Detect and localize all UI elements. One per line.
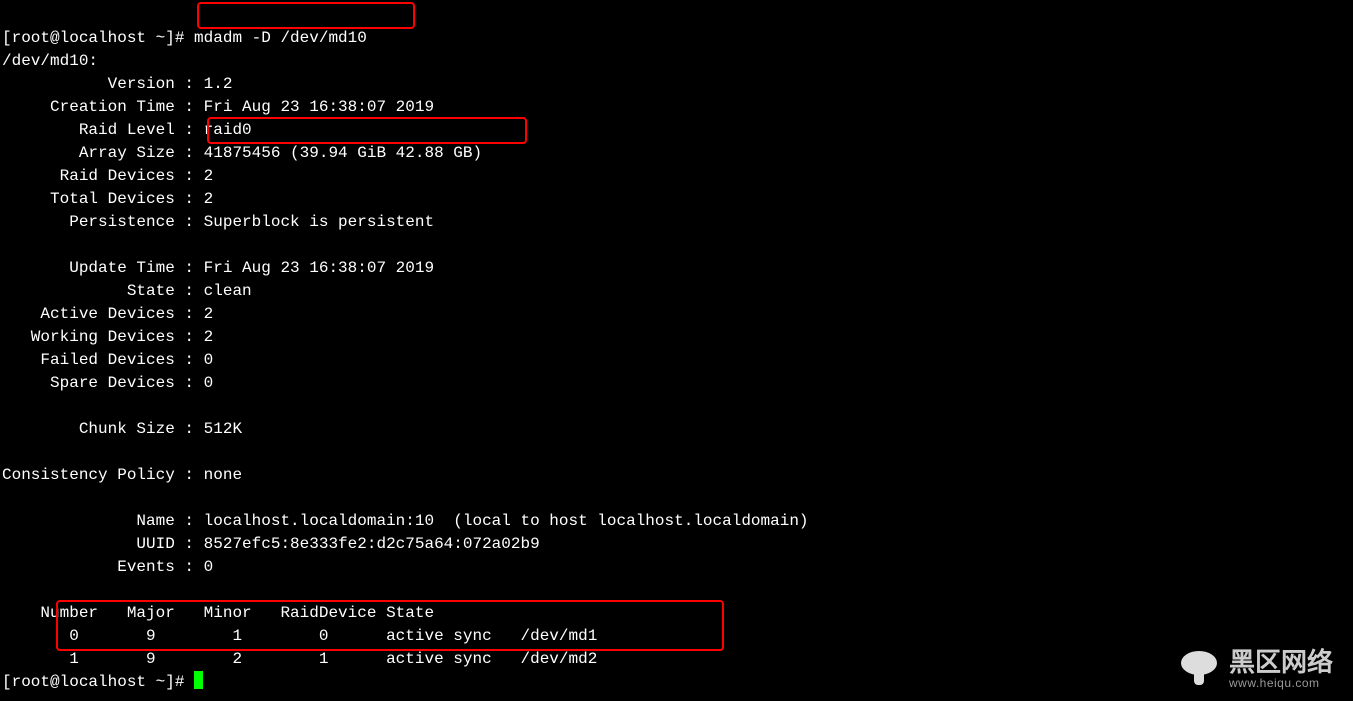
highlight-command [197, 2, 415, 29]
cursor-icon [194, 671, 203, 689]
terminal-output[interactable]: [root@localhost ~]# mdadm -D /dev/md10 /… [0, 0, 1353, 701]
prompt-prefix: [root@localhost ~]# [2, 29, 194, 47]
prompt-prefix: [root@localhost ~]# [2, 673, 194, 691]
device-line: /dev/md10: [2, 52, 98, 70]
watermark-title: 黑区网络 [1229, 648, 1333, 677]
prompt-line-2[interactable]: [root@localhost ~]# [2, 673, 203, 691]
mushroom-icon [1177, 647, 1221, 691]
command-text: mdadm -D /dev/md10 [194, 29, 367, 47]
prompt-line-1: [root@localhost ~]# mdadm -D /dev/md10 [2, 29, 367, 47]
device-table-rows: 0 9 1 0 active sync /dev/md1 1 9 2 1 act… [2, 625, 1351, 671]
watermark: 黑区网络 www.heiqu.com [1177, 647, 1333, 691]
watermark-url: www.heiqu.com [1229, 677, 1333, 690]
table-header: Number Major Minor RaidDevice State [2, 604, 434, 622]
detail-fields: Version : 1.2 Creation Time : Fri Aug 23… [2, 73, 1351, 579]
